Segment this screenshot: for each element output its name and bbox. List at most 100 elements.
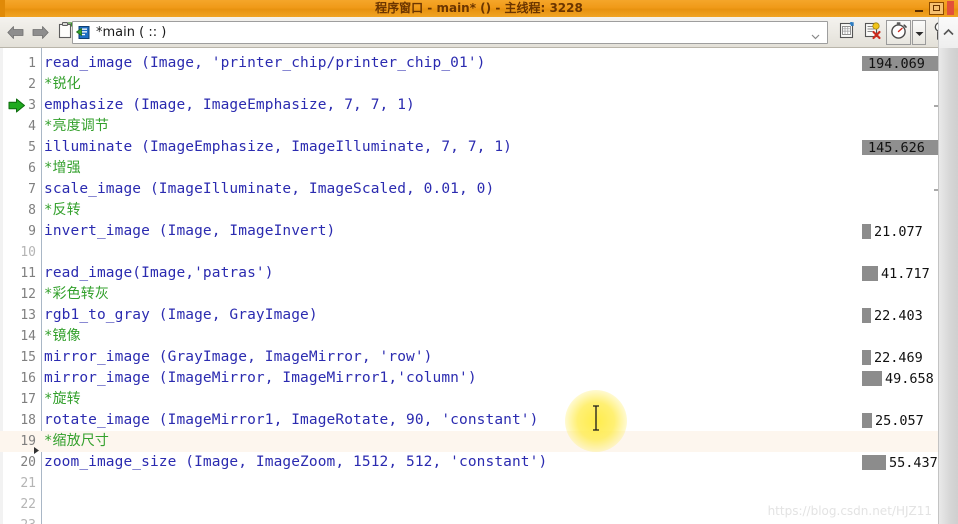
- right-arrow-icon: [32, 25, 49, 39]
- code-statement: emphasize (Image, ImageEmphasize, 7, 7, …: [44, 97, 415, 113]
- timing-row: 21.077: [862, 221, 923, 242]
- code-comment: *彩色转灰: [44, 286, 109, 302]
- timing-bar: [862, 371, 882, 386]
- minimize-button[interactable]: [911, 2, 926, 15]
- vertical-scrollbar[interactable]: [938, 48, 958, 524]
- timing-row: 55.437: [862, 452, 938, 473]
- timing-row: 22.469: [862, 347, 923, 368]
- timing-row: 194.069: [862, 53, 938, 74]
- line-number: 8: [28, 203, 36, 218]
- procedure-icon: [75, 25, 91, 40]
- code-statement: scale_image (ImageIlluminate, ImageScale…: [44, 181, 495, 197]
- insert-operator-button[interactable]: [834, 20, 859, 45]
- hdevelop-program-window: 程序窗口 - main* () - 主线程: 3228 *main (::)…: [0, 0, 958, 524]
- code-line[interactable]: 10: [0, 242, 938, 263]
- timing-value: 22.403: [874, 307, 923, 324]
- procedure-tab-field[interactable]: *main ( :: ): [72, 21, 828, 44]
- code-line[interactable]: 20 zoom_image_size (Image, ImageZoom, 151…: [0, 452, 938, 473]
- title-bar[interactable]: 程序窗口 - main* () - 主线程: 3228: [0, 0, 958, 18]
- code-line[interactable]: 1 read_image (Image, 'printer_chip/printe…: [0, 53, 938, 74]
- timing-value: 25.057: [875, 412, 924, 429]
- timing-row: 145.626: [862, 137, 938, 158]
- forward-button[interactable]: [29, 21, 51, 43]
- scroll-up-button[interactable]: [938, 17, 958, 48]
- toolbar-right-group: [834, 20, 952, 45]
- line-number: 12: [20, 287, 36, 302]
- cursor-line-marker: [34, 439, 39, 454]
- code-line[interactable]: 15 mirror_image (GrayImage, ImageMirror, …: [0, 347, 938, 368]
- code-statement: read_image(Image,'patras'): [44, 265, 274, 281]
- code-statement: rotate_image (ImageMirror1, ImageRotate,…: [44, 412, 539, 428]
- timing-value: 21.077: [874, 223, 923, 240]
- timing-bar: [862, 455, 886, 470]
- maximize-button[interactable]: [929, 1, 944, 15]
- code-line[interactable]: 11 read_image(Image,'patras'): [0, 263, 938, 284]
- code-statement: read_image (Image, 'printer_chip/printer…: [44, 55, 486, 71]
- stopwatch-button[interactable]: [886, 20, 911, 45]
- back-button[interactable]: [4, 21, 26, 43]
- line-number: 13: [20, 308, 36, 323]
- code-comment: *锐化: [44, 76, 81, 92]
- line-number: 9: [28, 224, 36, 239]
- watermark-text: https://blog.csdn.net/HJZ11: [767, 504, 932, 518]
- insert-operator-icon: [836, 21, 857, 45]
- timing-value: 49.658: [885, 370, 934, 387]
- code-line[interactable]: 13 rgb1_to_gray (Image, GrayImage): [0, 305, 938, 326]
- code-comment: *反转: [44, 202, 81, 218]
- stopwatch-icon: [889, 21, 908, 44]
- editor-toolbar: *main ( :: ): [0, 17, 958, 48]
- code-line[interactable]: 9 invert_image (Image, ImageInvert): [0, 221, 938, 242]
- clipboard-icon: [57, 21, 74, 43]
- line-number: 1: [28, 56, 36, 71]
- timing-bar: [862, 413, 872, 428]
- code-statement: illuminate (ImageEmphasize, ImageIllumin…: [44, 139, 512, 155]
- code-line[interactable]: 7 scale_image (ImageIlluminate, ImageScal…: [0, 179, 938, 200]
- code-line[interactable]: 5 illuminate (ImageEmphasize, ImageIllumi…: [0, 137, 938, 158]
- line-number: 2: [28, 77, 36, 92]
- line-number: 11: [20, 266, 36, 281]
- line-number: 10: [20, 245, 36, 260]
- line-number: 21: [20, 476, 36, 491]
- chevron-down-icon: [914, 23, 925, 42]
- code-line[interactable]: 3 emphasize (Image, ImageEmphasize, 7, 7,…: [0, 95, 938, 116]
- line-number: 23: [0, 515, 36, 524]
- toolbar-nav-group: [4, 21, 76, 43]
- code-comment: *缩放尺寸: [44, 433, 109, 449]
- code-editor[interactable]: 1 read_image (Image, 'printer_chip/printe…: [0, 48, 938, 524]
- timing-row: 41.717: [862, 263, 930, 284]
- code-editor-surface: 1 read_image (Image, 'printer_chip/printe…: [0, 48, 938, 524]
- line-number: 4: [28, 119, 36, 134]
- delete-operator-icon: [862, 21, 883, 45]
- line-number: 19: [20, 434, 36, 449]
- timing-value: 194.069: [868, 55, 925, 72]
- window-controls: [911, 1, 954, 15]
- code-line-list: 1 read_image (Image, 'printer_chip/printe…: [0, 48, 938, 524]
- close-button[interactable]: [947, 1, 954, 15]
- chevron-down-icon[interactable]: [810, 27, 821, 40]
- code-statement: rgb1_to_gray (Image, GrayImage): [44, 307, 318, 323]
- code-line[interactable]: 12 *彩色转灰: [0, 284, 938, 305]
- code-line[interactable]: 16 mirror_image (ImageMirror, ImageMirror…: [0, 368, 938, 389]
- timing-value: 22.469: [874, 349, 923, 366]
- code-line[interactable]: 2 *锐化: [0, 74, 938, 95]
- code-line[interactable]: 21: [0, 473, 938, 494]
- code-line[interactable]: 14 *镜像: [0, 326, 938, 347]
- line-number: 7: [28, 182, 36, 197]
- procedure-tab-label: *main ( :: ): [96, 25, 167, 40]
- timing-value: 41.717: [881, 265, 930, 282]
- line-number: 20: [20, 455, 36, 470]
- execution-timing-panel: 194.069 145.626 21.077 41.717 22.403 22.469 49…: [862, 48, 938, 524]
- code-line[interactable]: 19 *缩放尺寸: [0, 431, 938, 454]
- timing-row: 49.658: [862, 368, 934, 389]
- code-statement: mirror_image (ImageMirror, ImageMirror1,…: [44, 370, 477, 386]
- code-line[interactable]: 8 *反转: [0, 200, 938, 221]
- code-statement: zoom_image_size (Image, ImageZoom, 1512,…: [44, 454, 548, 470]
- left-arrow-icon: [6, 25, 24, 39]
- code-line[interactable]: 18 rotate_image (ImageMirror1, ImageRotat…: [0, 410, 938, 431]
- code-line[interactable]: 6 *增强: [0, 158, 938, 179]
- code-line[interactable]: 17 *旋转: [0, 389, 938, 410]
- delete-operator-button[interactable]: [860, 20, 885, 45]
- code-line[interactable]: 4 *亮度调节: [0, 116, 938, 137]
- line-number: 15: [20, 350, 36, 365]
- stopwatch-dropdown[interactable]: [912, 20, 926, 45]
